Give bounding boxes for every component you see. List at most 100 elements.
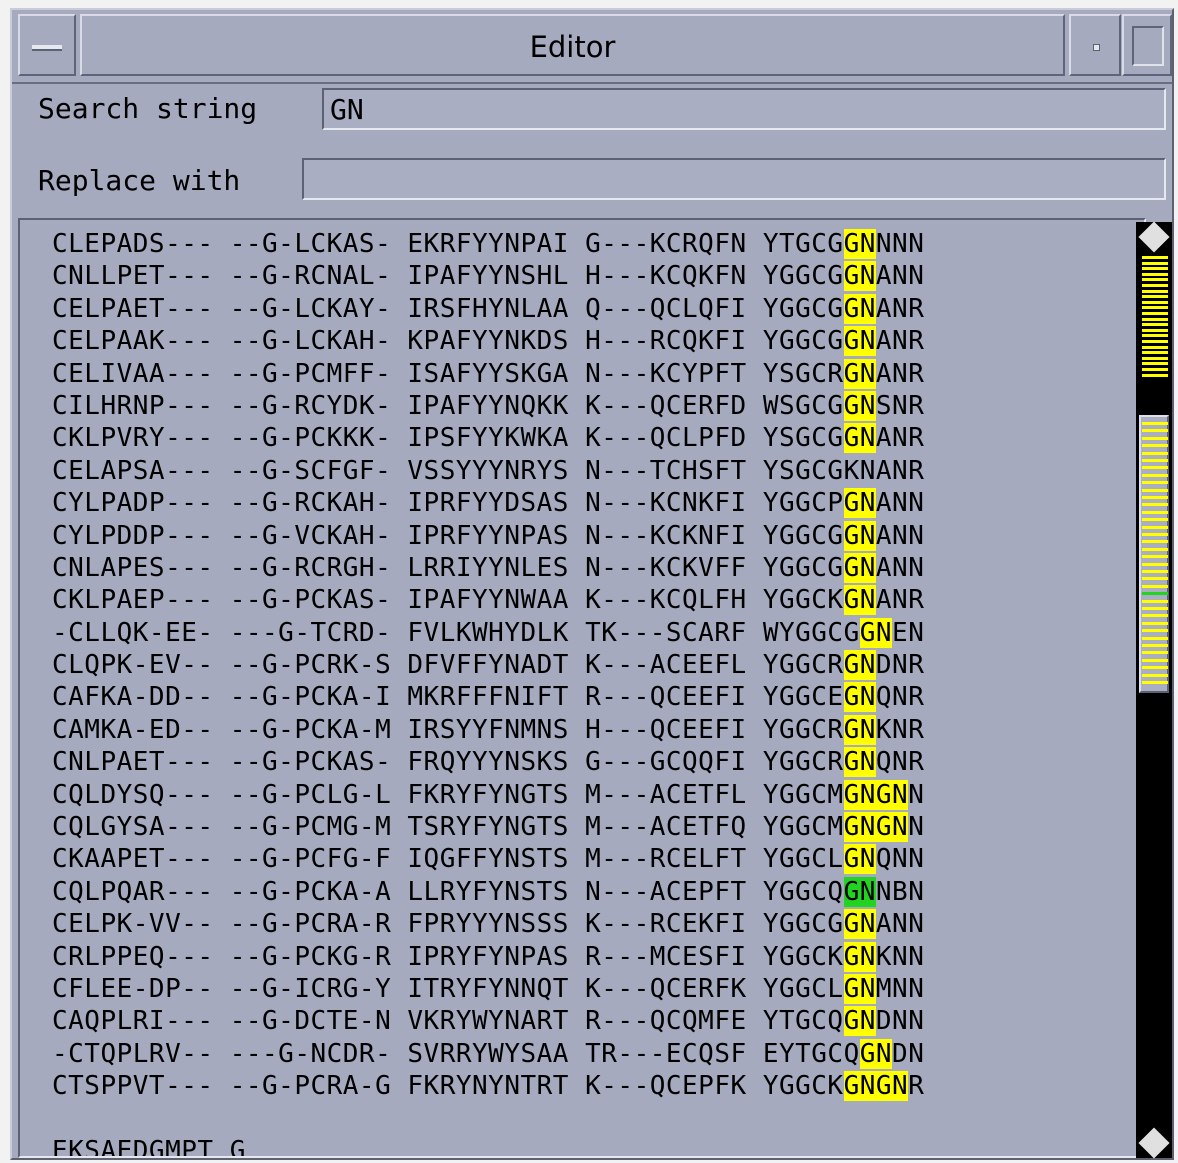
- sequence-row: CKAAPET--- --G-PCFG-F IQGFFYNSTS M---RCE…: [52, 843, 924, 875]
- sequence-segment: VSSYYYNRYS: [407, 455, 569, 486]
- match-marker: [1142, 289, 1168, 293]
- sequence-segment: N---KCKVFF: [585, 552, 747, 583]
- sequence-segment: CAFKA-DD--: [52, 682, 214, 713]
- sequence-segment: M---RCELFT: [585, 844, 747, 875]
- sequence-segment: FVLKWHYDLK: [407, 617, 569, 648]
- sequence-segment: ANN: [875, 520, 925, 551]
- sequence-segment: CKAAPET---: [52, 844, 214, 875]
- sequence-segment: ANN: [875, 261, 925, 292]
- search-match: GN: [843, 941, 876, 972]
- window-menu-button[interactable]: [18, 14, 76, 76]
- minimize-icon: [1093, 44, 1100, 51]
- search-match: GN: [843, 261, 876, 292]
- sequence-row: CQLDYSQ--- --G-PCLG-L FKRYFYNGTS M---ACE…: [52, 779, 924, 811]
- match-marker: [1142, 328, 1168, 332]
- sequence-segment: --G-PCKAS-: [229, 747, 392, 778]
- sequence-segment: DNN: [875, 1006, 925, 1037]
- sequence-segment: CELPAAK---: [52, 326, 214, 357]
- sequence-segment: WSGCG: [762, 390, 844, 421]
- sequence-row: CAMKA-ED-- --G-PCKA-M IRSYYFNMNS H---QCE…: [52, 714, 924, 746]
- match-marker: [1142, 488, 1168, 492]
- sequence-segment: CELAPSA---: [52, 455, 214, 486]
- sequence-segment: K---RCEKFI: [585, 909, 747, 940]
- sequence-row: CNLPAET--- --G-PCKAS- FRQYYYNSKS G---GCQ…: [52, 746, 924, 778]
- replace-with-input[interactable]: [302, 158, 1166, 200]
- sequence-segment: -CLLQK-EE-: [52, 617, 214, 648]
- sequence-segment: SNR: [875, 390, 925, 421]
- title-bar[interactable]: Editor: [12, 10, 1172, 84]
- sequence-segment: -CTQPLRV--: [52, 1038, 214, 1069]
- sequence-segment: IRSYYFNMNS: [407, 714, 569, 745]
- sequence-segment: YGGCK: [762, 941, 844, 972]
- match-marker: [1142, 356, 1168, 360]
- sequence-segment: ITRYFYNNQT: [407, 973, 569, 1004]
- sequence-segment: --G-PCRA-R: [229, 909, 392, 940]
- search-string-label: Search string: [38, 92, 258, 125]
- match-marker: [1142, 577, 1168, 581]
- sequence-segment: --G-ICRG-Y: [229, 973, 392, 1004]
- sequence-segment: --G-PCKKK-: [229, 423, 392, 454]
- title-area[interactable]: Editor: [80, 14, 1065, 76]
- sequence-segment: FRQYYYNSKS: [407, 747, 569, 778]
- sequence-segment: IPAFYYNQKK: [407, 390, 569, 421]
- sequence-segment: CRLPPEQ---: [52, 941, 214, 972]
- match-marker: [1142, 525, 1168, 529]
- sequence-segment: FKRYFYNGTS: [407, 779, 569, 810]
- sequence-row: CELPAAK--- --G-LCKAH- KPAFYYNKDS H---RCQ…: [52, 325, 924, 357]
- search-match: GN: [843, 747, 876, 778]
- sequence-segment: --G-PCKA-I: [229, 682, 392, 713]
- match-marker: [1142, 459, 1168, 462]
- search-match: GN: [843, 682, 876, 713]
- sequence-segment: CQLPQAR---: [52, 876, 214, 907]
- minimize-button[interactable]: [1069, 14, 1121, 76]
- search-match: GNGN: [843, 812, 909, 843]
- sequence-segment: CNLLPET---: [52, 261, 214, 292]
- sequence-segment: --G-PCKA-A: [229, 876, 392, 907]
- sequence-segment: R---QCQMFE: [585, 1006, 747, 1037]
- sequence-segment: --G-RCYDK-: [229, 390, 392, 421]
- sequence-segment: --G-DCTE-N: [229, 1006, 392, 1037]
- sequence-segment: CNLPAET---: [52, 747, 214, 778]
- match-marker: [1142, 533, 1168, 536]
- sequence-segment: YGGCQ: [762, 876, 844, 907]
- sequence-segment: CYLPADP---: [52, 488, 214, 519]
- sequence-segment: YGGCG: [762, 520, 844, 551]
- sequence-alignment-view[interactable]: CLEPADS--- --G-LCKAS- EKRFYYNPAI G---KCR…: [18, 218, 1146, 1158]
- sequence-segment: YSGCGKNANR: [762, 455, 925, 486]
- sequence-row: CQLPQAR--- --G-PCKA-A LLRYFYNSTS N---ACE…: [52, 876, 924, 908]
- sequence-segment: CAMKA-ED--: [52, 714, 214, 745]
- sequence-row: CAFKA-DD-- --G-PCKA-I MKRFFFNIFT R---QCE…: [52, 681, 924, 713]
- sequence-row: CQLGYSA--- --G-PCMG-M TSRYFYNGTS M---ACE…: [52, 811, 924, 843]
- sequence-segment: EKSAEDGMPT: [52, 1135, 214, 1158]
- search-match: GN: [843, 326, 876, 357]
- sequence-segment: K---QCERFD: [585, 390, 747, 421]
- sequence-segment: LLRYFYNSTS: [407, 876, 569, 907]
- scroll-down-arrow-icon[interactable]: [1138, 1127, 1170, 1159]
- sequence-row: CILHRNP--- --G-RCYDK- IPAFYYNQKK K---QCE…: [52, 390, 924, 422]
- sequence-segment: --G-PCMFF-: [229, 358, 392, 389]
- sequence-segment: YGGCM: [762, 779, 844, 810]
- sequence-segment: IPAFYYNSHL: [407, 261, 569, 292]
- sequence-segment: R---MCESFI: [585, 941, 747, 972]
- sequence-segment: TSRYFYNGTS: [407, 812, 569, 843]
- search-match: GNGN: [843, 779, 909, 810]
- sequence-segment: YGGCP: [762, 488, 844, 519]
- search-match: GN: [843, 488, 876, 519]
- vertical-scrollbar[interactable]: [1136, 221, 1172, 1159]
- search-string-input[interactable]: [322, 88, 1166, 130]
- sequence-segment: CILHRNP---: [52, 390, 214, 421]
- match-marker: [1142, 256, 1168, 259]
- sequence-segment: CELPK-VV--: [52, 909, 214, 940]
- scroll-up-arrow-icon[interactable]: [1138, 221, 1170, 253]
- sequence-segment: KNN: [875, 941, 925, 972]
- sequence-segment: H---KCQKFN: [585, 261, 747, 292]
- sequence-segment: ANR: [875, 293, 925, 324]
- maximize-button[interactable]: [1122, 14, 1172, 76]
- sequence-segment: CAQPLRI---: [52, 1006, 214, 1037]
- search-match: GN: [843, 714, 876, 745]
- sequence-segment: YGGCR: [762, 650, 844, 681]
- match-marker: [1142, 444, 1168, 448]
- search-match: GN: [843, 844, 876, 875]
- sequence-row: CELPAET--- --G-LCKAY- IRSFHYNLAA Q---QCL…: [52, 293, 924, 325]
- search-match: GN: [859, 617, 893, 648]
